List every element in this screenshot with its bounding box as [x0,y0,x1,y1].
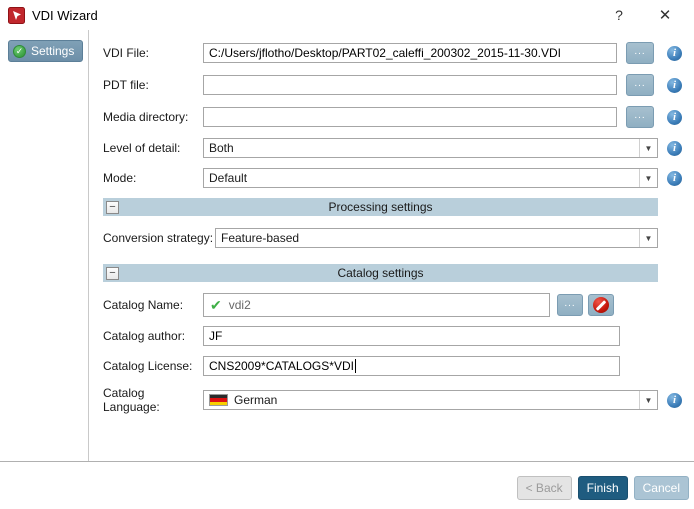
catalog-name-row: Catalog Name: ✔ vdi2 ... [103,293,682,317]
catalog-language-label: Catalog Language: [103,386,203,414]
mode-select[interactable]: Default ▼ [203,168,658,188]
mode-label: Mode: [103,171,203,185]
app-icon [8,7,25,24]
catalog-name-value: vdi2 [229,298,251,312]
catalog-language-info-icon[interactable]: i [667,393,682,408]
german-flag-icon [209,394,228,406]
vdi-file-info-icon[interactable]: i [667,46,682,61]
catalog-license-value: CNS2009*CATALOGS*VDI [209,359,354,373]
finish-button[interactable]: Finish [578,476,628,500]
mode-row: Mode: Default ▼ i [103,168,682,188]
pdt-file-browse-button[interactable]: ... [626,74,654,96]
vdi-wizard-dialog: VDI Wizard ? ✕ ✓ Settings VDI File: ... … [0,0,694,509]
mode-value: Default [209,171,247,185]
pdt-file-info-icon[interactable]: i [667,78,682,93]
catalog-settings-title: Catalog settings [103,266,658,280]
catalog-name-label: Catalog Name: [103,298,203,312]
level-of-detail-info-icon[interactable]: i [667,141,682,156]
vdi-file-browse-button[interactable]: ... [626,42,654,64]
level-of-detail-value: Both [209,141,234,155]
pdt-file-row: PDT file: ... i [103,74,682,96]
processing-settings-header: − Processing settings [103,198,658,216]
level-of-detail-label: Level of detail: [103,141,203,155]
chevron-down-icon: ▼ [639,229,657,247]
catalog-author-label: Catalog author: [103,329,203,343]
close-icon[interactable]: ✕ [650,2,680,28]
sidebar-item-settings[interactable]: ✓ Settings [8,40,83,62]
catalog-name-input[interactable]: ✔ vdi2 [203,293,550,317]
pdt-file-label: PDT file: [103,78,203,92]
catalog-license-label: Catalog License: [103,359,203,373]
processing-settings-title: Processing settings [103,200,658,214]
level-of-detail-select[interactable]: Both ▼ [203,138,658,158]
settings-label: Settings [31,44,74,58]
block-icon [593,297,609,313]
help-icon[interactable]: ? [604,2,634,28]
conversion-strategy-select[interactable]: Feature-based ▼ [215,228,658,248]
titlebar: VDI Wizard ? ✕ [0,0,694,30]
vdi-file-label: VDI File: [103,46,203,60]
catalog-name-browse-button[interactable]: ... [557,294,583,316]
catalog-author-row: Catalog author: [103,326,682,346]
mode-info-icon[interactable]: i [667,171,682,186]
media-directory-browse-button[interactable]: ... [626,106,654,128]
valid-check-icon: ✔ [210,297,222,314]
vdi-file-row: VDI File: ... i [103,42,682,64]
media-directory-row: Media directory: ... i [103,106,682,128]
cancel-button[interactable]: Cancel [634,476,689,500]
catalog-language-select[interactable]: German ▼ [203,390,658,410]
back-button[interactable]: < Back [517,476,572,500]
media-directory-input[interactable] [203,107,617,127]
pdt-file-input[interactable] [203,75,617,95]
catalog-settings-header: − Catalog settings [103,264,658,282]
chevron-down-icon: ▼ [639,391,657,409]
chevron-down-icon: ▼ [639,139,657,157]
footer-button-bar: < Back Finish Cancel [0,461,694,509]
media-directory-label: Media directory: [103,110,203,124]
level-of-detail-row: Level of detail: Both ▼ i [103,138,682,158]
catalog-language-value: German [234,393,277,407]
catalog-license-row: Catalog License: CNS2009*CATALOGS*VDI [103,356,682,376]
settings-form: VDI File: ... i PDT file: ... i Media di… [89,30,694,461]
catalog-author-input[interactable] [203,326,620,346]
window-title: VDI Wizard [32,8,98,23]
catalog-name-block-button[interactable] [588,294,614,316]
vdi-file-input[interactable] [203,43,617,63]
catalog-license-input[interactable]: CNS2009*CATALOGS*VDI [203,356,620,376]
catalog-language-row: Catalog Language: German ▼ i [103,386,682,414]
conversion-strategy-row: Conversion strategy: Feature-based ▼ [103,228,682,248]
conversion-strategy-value: Feature-based [221,231,299,245]
sidebar: ✓ Settings [0,30,89,461]
conversion-strategy-label: Conversion strategy: [103,231,215,245]
content-area: ✓ Settings VDI File: ... i PDT file: ...… [0,30,694,461]
media-directory-info-icon[interactable]: i [667,110,682,125]
settings-check-icon: ✓ [13,45,26,58]
text-caret [355,359,356,373]
chevron-down-icon: ▼ [639,169,657,187]
